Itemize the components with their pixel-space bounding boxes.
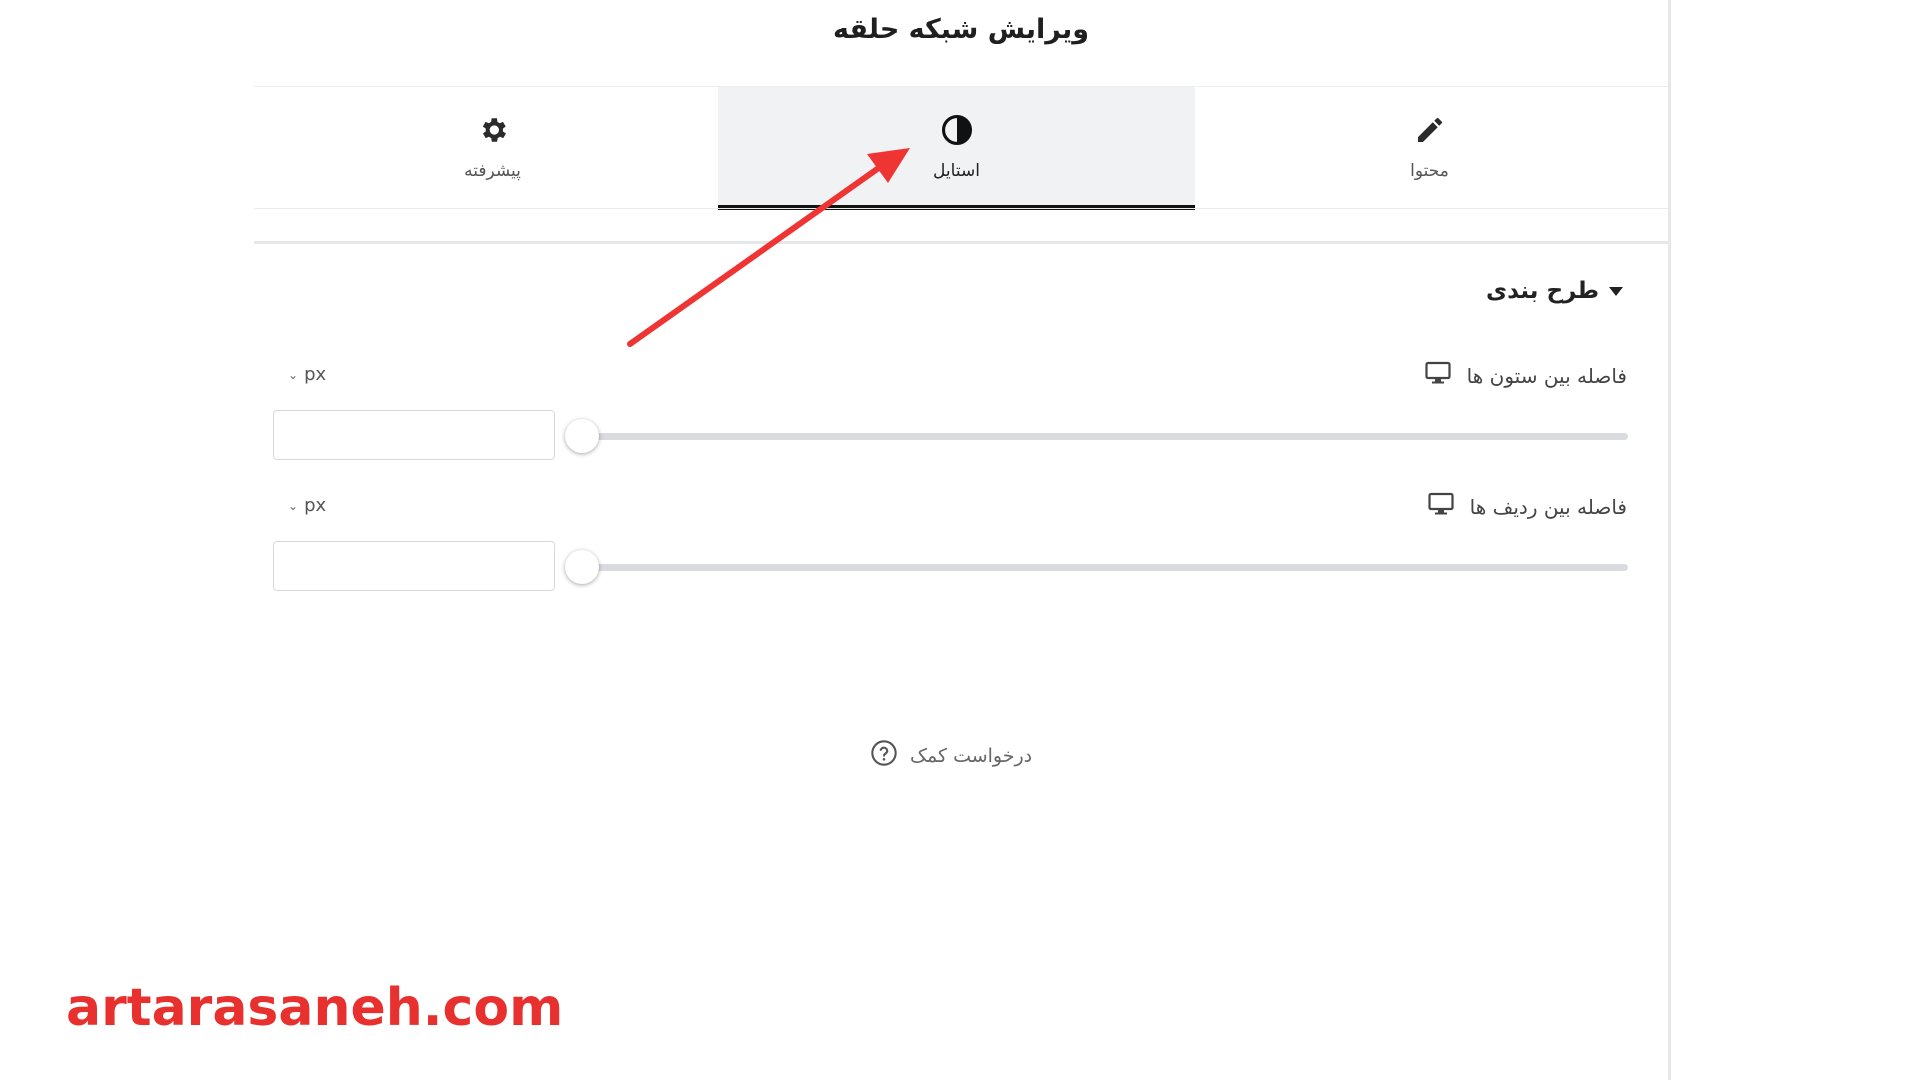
annotation-arrow [627,148,910,347]
watermark-text: artarasaneh.com [66,978,564,1038]
